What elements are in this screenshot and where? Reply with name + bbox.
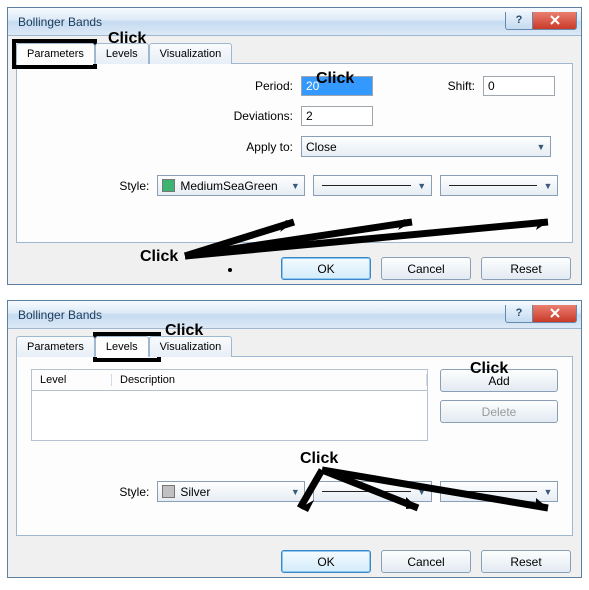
delete-button[interactable]: Delete [440, 400, 558, 423]
titlebar[interactable]: Bollinger Bands ? [8, 8, 581, 36]
applyto-value: Close [306, 140, 534, 154]
style-linestyle-dropdown[interactable]: ▼ [313, 175, 431, 196]
close-button[interactable] [533, 305, 577, 323]
close-button[interactable] [533, 12, 577, 30]
style-linewidth-dropdown[interactable]: ▼ [440, 481, 558, 502]
applyto-label: Apply to: [31, 140, 301, 154]
style-color-dropdown[interactable]: Silver ▼ [157, 481, 305, 502]
line-width-preview [449, 491, 537, 493]
col-description: Description [112, 374, 427, 386]
help-button[interactable]: ? [505, 305, 533, 323]
ok-button[interactable]: OK [281, 550, 371, 573]
tab-visualization[interactable]: Visualization [149, 43, 233, 64]
period-input[interactable] [301, 76, 373, 96]
color-swatch-icon [162, 485, 175, 498]
style-linewidth-dropdown[interactable]: ▼ [440, 175, 558, 196]
style-label: Style: [31, 485, 157, 499]
chevron-down-icon: ▼ [541, 181, 555, 191]
tab-visualization[interactable]: Visualization [149, 336, 233, 357]
shift-label: Shift: [373, 79, 483, 93]
chevron-down-icon: ▼ [541, 487, 555, 497]
chevron-down-icon: ▼ [415, 181, 429, 191]
line-width-preview [449, 185, 537, 187]
style-color-name: MediumSeaGreen [180, 179, 288, 193]
titlebar[interactable]: Bollinger Bands ? [8, 301, 581, 329]
add-button[interactable]: Add [440, 369, 558, 392]
deviations-input[interactable] [301, 106, 373, 126]
style-color-name: Silver [180, 485, 288, 499]
tab-levels[interactable]: Levels [95, 43, 149, 64]
help-button[interactable]: ? [505, 12, 533, 30]
color-swatch-icon [162, 179, 175, 192]
chevron-down-icon: ▼ [415, 487, 429, 497]
reset-button[interactable]: Reset [481, 257, 571, 280]
chevron-down-icon: ▼ [534, 142, 548, 152]
chevron-down-icon: ▼ [288, 487, 302, 497]
tab-parameters[interactable]: Parameters [16, 336, 95, 357]
deviations-label: Deviations: [31, 109, 301, 123]
style-label: Style: [31, 179, 157, 193]
window-title: Bollinger Bands [18, 308, 505, 322]
shift-input[interactable] [483, 76, 555, 96]
style-linestyle-dropdown[interactable]: ▼ [313, 481, 431, 502]
tab-levels[interactable]: Levels [95, 336, 149, 357]
levels-list[interactable] [31, 391, 428, 441]
line-style-preview [322, 491, 410, 493]
col-level: Level [32, 374, 112, 386]
window-title: Bollinger Bands [18, 15, 505, 29]
cancel-button[interactable]: Cancel [381, 257, 471, 280]
applyto-dropdown[interactable]: Close ▼ [301, 136, 551, 157]
reset-button[interactable]: Reset [481, 550, 571, 573]
bollinger-dialog-parameters: Bollinger Bands ? Parameters Levels Visu… [7, 7, 582, 285]
chevron-down-icon: ▼ [288, 181, 302, 191]
tab-parameters[interactable]: Parameters [16, 43, 95, 64]
period-label: Period: [31, 79, 301, 93]
ok-button[interactable]: OK [281, 257, 371, 280]
line-style-preview [322, 185, 410, 187]
levels-list-header: Level Description [31, 369, 428, 391]
bollinger-dialog-levels: Bollinger Bands ? Parameters Levels Visu… [7, 300, 582, 578]
style-color-dropdown[interactable]: MediumSeaGreen ▼ [157, 175, 305, 196]
cancel-button[interactable]: Cancel [381, 550, 471, 573]
